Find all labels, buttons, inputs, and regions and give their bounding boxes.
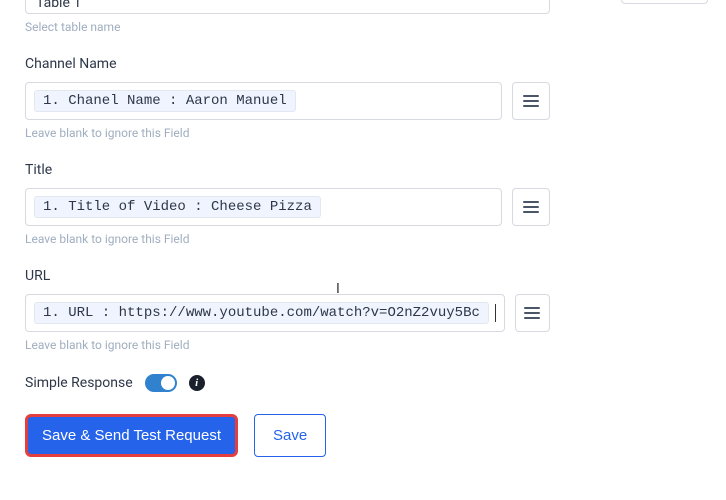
toggle-label: Simple Response xyxy=(25,375,133,391)
button-row: Save & Send Test Request Save xyxy=(25,414,550,457)
table-select-helper: Select table name xyxy=(25,20,550,34)
hamburger-icon xyxy=(524,307,540,319)
field-menu-button-channel[interactable] xyxy=(512,82,550,120)
save-button[interactable]: Save xyxy=(254,414,326,457)
field-helper-channel: Leave blank to ignore this Field xyxy=(25,126,550,140)
form-container: Table 1 Select table name Channel Name 1… xyxy=(0,0,575,457)
field-label-channel: Channel Name xyxy=(25,56,550,72)
tag-channel[interactable]: 1. Chanel Name : Aaron Manuel xyxy=(34,90,296,112)
field-group-title: Title 1. Title of Video : Cheese Pizza L… xyxy=(25,162,550,246)
tag-title[interactable]: 1. Title of Video : Cheese Pizza xyxy=(34,196,321,218)
table-select[interactable]: Table 1 xyxy=(25,0,550,14)
save-send-test-button[interactable]: Save & Send Test Request xyxy=(25,414,238,457)
field-menu-button-url[interactable] xyxy=(515,294,550,332)
field-label-title: Title xyxy=(25,162,550,178)
text-cursor-icon xyxy=(495,304,496,322)
field-input-channel[interactable]: 1. Chanel Name : Aaron Manuel xyxy=(25,82,502,120)
table-select-value: Table 1 xyxy=(36,0,81,11)
field-input-title[interactable]: 1. Title of Video : Cheese Pizza xyxy=(25,188,502,226)
field-menu-button-title[interactable] xyxy=(512,188,550,226)
toggle-row: Simple Response i xyxy=(25,374,550,392)
field-input-url[interactable]: 1. URL : https://www.youtube.com/watch?v… xyxy=(25,294,505,332)
simple-response-toggle[interactable] xyxy=(145,374,177,392)
hamburger-icon xyxy=(523,201,539,213)
refresh-label: Refresh xyxy=(651,0,695,1)
field-helper-url: Leave blank to ignore this Field xyxy=(25,338,550,352)
info-icon[interactable]: i xyxy=(189,375,205,391)
hamburger-icon xyxy=(523,95,539,107)
field-group-url: URL 1. URL : https://www.youtube.com/wat… xyxy=(25,268,550,352)
refresh-button[interactable]: ⟳ Refresh xyxy=(621,0,708,4)
field-helper-title: Leave blank to ignore this Field xyxy=(25,232,550,246)
field-label-url: URL xyxy=(25,268,550,284)
tag-url[interactable]: 1. URL : https://www.youtube.com/watch?v… xyxy=(34,302,489,324)
refresh-icon: ⟳ xyxy=(634,0,645,1)
field-group-channel: Channel Name 1. Chanel Name : Aaron Manu… xyxy=(25,56,550,140)
